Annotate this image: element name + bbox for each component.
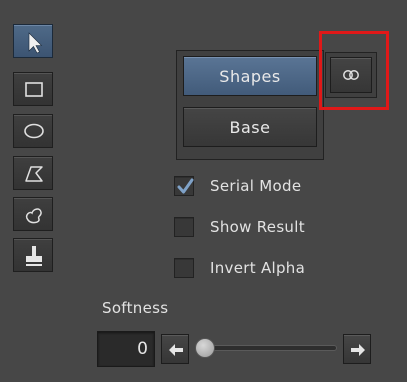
shapes-button[interactable]: Shapes [183, 56, 317, 96]
softness-decrease-button[interactable] [161, 334, 189, 364]
ellipse-icon [24, 123, 44, 139]
mask-tool-panel: Shapes Base Serial Mode Show Result Inve… [0, 0, 407, 382]
stamp-icon [26, 246, 42, 266]
softness-input[interactable]: 0 [97, 331, 155, 367]
rectangle-icon [25, 82, 43, 97]
arrow-right-icon [351, 344, 365, 356]
serial-mode-label: Serial Mode [210, 177, 302, 195]
highlight-box [319, 31, 389, 110]
serial-mode-checkbox[interactable] [174, 176, 194, 196]
show-result-label: Show Result [210, 218, 305, 236]
select-arrow-icon [28, 32, 43, 54]
softness-label: Softness [102, 299, 169, 317]
base-button-label: Base [229, 117, 271, 137]
base-button[interactable]: Base [183, 107, 317, 147]
select-tool-button[interactable] [13, 24, 53, 58]
serial-mode-row[interactable]: Serial Mode [174, 174, 301, 198]
invert-alpha-label: Invert Alpha [210, 259, 306, 277]
softness-increase-button[interactable] [343, 334, 371, 364]
show-result-checkbox[interactable] [174, 217, 194, 237]
shapes-button-label: Shapes [219, 66, 281, 86]
softness-slider-thumb[interactable] [195, 338, 215, 358]
ellipse-tool-button[interactable] [13, 114, 53, 148]
show-result-row[interactable]: Show Result [174, 215, 305, 239]
softness-slider-track[interactable] [205, 345, 337, 351]
stamp-tool-button[interactable] [13, 238, 53, 272]
invert-alpha-checkbox[interactable] [174, 258, 194, 278]
softness-value: 0 [137, 339, 148, 359]
polygon-tool-button[interactable] [13, 156, 53, 190]
polygon-icon [25, 166, 43, 182]
freehand-icon [25, 208, 42, 224]
checkmark-icon [177, 178, 194, 194]
arrow-left-icon [169, 344, 183, 356]
freehand-tool-button[interactable] [13, 197, 53, 231]
rectangle-tool-button[interactable] [13, 72, 53, 106]
invert-alpha-row[interactable]: Invert Alpha [174, 256, 305, 280]
